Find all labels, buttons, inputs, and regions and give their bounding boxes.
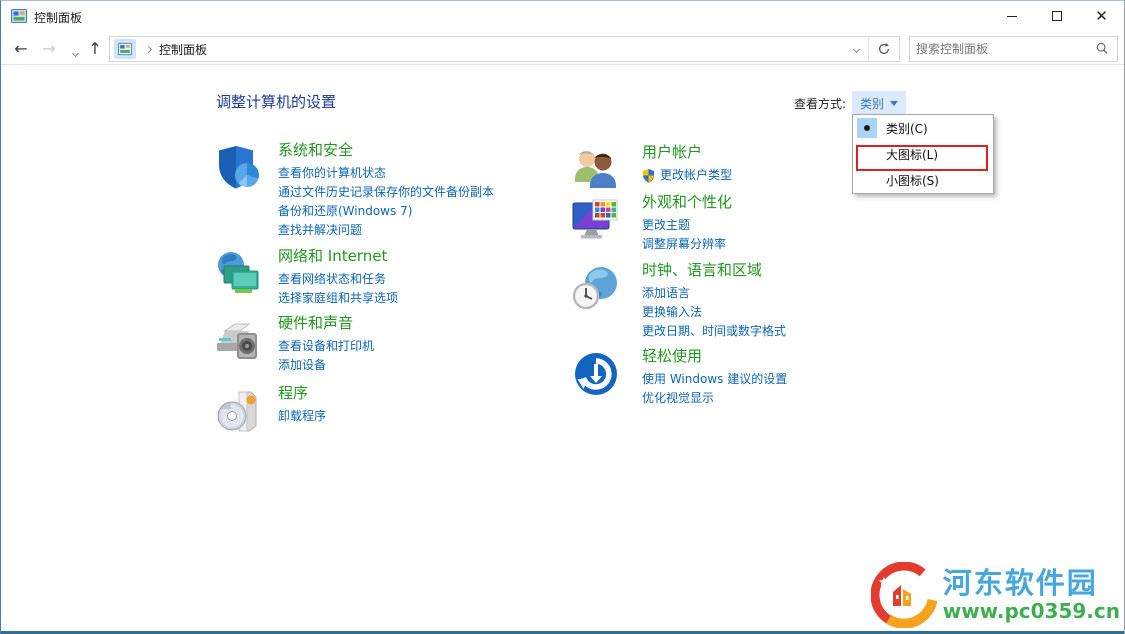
refresh-button[interactable] xyxy=(869,42,899,56)
address-dropdown-button[interactable] xyxy=(844,47,868,52)
view-by-menu: 类别(C) 大图标(L) 小图标(S) xyxy=(852,114,994,194)
chevron-down-icon xyxy=(852,45,859,52)
menu-item-category[interactable]: 类别(C) xyxy=(853,115,993,141)
task-link[interactable]: 备份和还原(Windows 7) xyxy=(278,202,494,221)
breadcrumb[interactable]: 控制面板 xyxy=(159,41,207,58)
task-link[interactable]: 使用 Windows 建议的设置 xyxy=(642,370,787,389)
site-logo-icon xyxy=(871,562,937,628)
category-title[interactable]: 轻松使用 xyxy=(642,347,787,366)
task-link[interactable]: 查找并解决问题 xyxy=(278,221,494,240)
control-panel-icon xyxy=(11,8,27,24)
watermark: 河东软件园 www.pc0359.cn xyxy=(871,562,1120,628)
category-title[interactable]: 时钟、语言和区域 xyxy=(642,261,786,280)
task-link[interactable]: 调整屏幕分辨率 xyxy=(642,235,732,254)
close-button[interactable]: ✕ xyxy=(1079,1,1124,31)
category-network-internet: 网络和 Internet 查看网络状态和任务 选择家庭组和共享选项 xyxy=(215,247,398,308)
task-link[interactable]: 添加语言 xyxy=(642,284,786,303)
radio-selected-icon xyxy=(857,118,877,138)
window-title: 控制面板 xyxy=(34,9,82,26)
task-link[interactable]: 查看网络状态和任务 xyxy=(278,270,398,289)
clock-language-region-icon[interactable] xyxy=(572,264,620,312)
up-button[interactable]: ↑ xyxy=(83,36,107,60)
hardware-sound-icon[interactable] xyxy=(215,317,263,365)
user-accounts-icon[interactable] xyxy=(572,146,620,194)
view-by-value: 类别 xyxy=(860,95,884,112)
security-shield-icon[interactable] xyxy=(215,144,263,192)
search-box[interactable] xyxy=(909,36,1118,62)
task-link[interactable]: 选择家庭组和共享选项 xyxy=(278,289,398,308)
breadcrumb-chevron-icon xyxy=(145,45,152,52)
address-location-icon-box[interactable] xyxy=(114,39,136,59)
category-system-security: 系统和安全 查看你的计算机状态 通过文件历史记录保存你的文件备份副本 备份和还原… xyxy=(215,141,494,240)
ease-of-access-icon[interactable] xyxy=(572,350,620,398)
watermark-site-name: 河东软件园 xyxy=(943,567,1120,599)
title-bar: 控制面板 ✕ xyxy=(1,1,1124,31)
refresh-icon xyxy=(877,42,891,56)
view-by-label: 查看方式: xyxy=(794,95,846,112)
category-clock-language-region: 时钟、语言和区域 添加语言 更换输入法 更改日期、时间或数字格式 xyxy=(572,261,786,341)
category-ease-of-access: 轻松使用 使用 Windows 建议的设置 优化视觉显示 xyxy=(572,347,787,408)
task-link[interactable]: 查看你的计算机状态 xyxy=(278,164,494,183)
category-programs: 程序 卸载程序 xyxy=(215,384,326,435)
category-hardware-sound: 硬件和声音 查看设备和打印机 添加设备 xyxy=(215,314,374,375)
maximize-icon xyxy=(1052,11,1062,21)
menu-item-large-icons[interactable]: 大图标(L) xyxy=(853,141,993,167)
page-title: 调整计算机的设置 xyxy=(216,91,336,112)
task-link[interactable]: 通过文件历史记录保存你的文件备份副本 xyxy=(278,183,494,202)
forward-button[interactable]: → xyxy=(37,36,61,60)
view-by-dropdown-button[interactable]: 类别 xyxy=(852,91,906,116)
task-link[interactable]: 卸载程序 xyxy=(278,407,326,426)
navigation-bar: ← → ↑ 控制面板 xyxy=(1,31,1124,65)
task-link[interactable]: 查看设备和打印机 xyxy=(278,337,374,356)
search-icon[interactable] xyxy=(1095,42,1109,56)
menu-item-small-icons[interactable]: 小图标(S) xyxy=(853,167,993,193)
watermark-site-url: www.pc0359.cn xyxy=(943,599,1120,623)
uac-shield-icon xyxy=(642,168,655,183)
category-title[interactable]: 外观和个性化 xyxy=(642,193,732,212)
task-link[interactable]: 更改日期、时间或数字格式 xyxy=(642,322,786,341)
close-icon: ✕ xyxy=(1095,9,1108,24)
minimize-icon xyxy=(1007,16,1017,17)
task-link[interactable]: 优化视觉显示 xyxy=(642,389,787,408)
back-button[interactable]: ← xyxy=(9,36,33,60)
category-title[interactable]: 网络和 Internet xyxy=(278,247,398,266)
caret-down-icon xyxy=(890,101,898,106)
category-title[interactable]: 用户帐户 xyxy=(642,143,732,162)
control-panel-icon xyxy=(118,42,132,56)
view-by-control: 查看方式: 类别 xyxy=(794,91,906,116)
category-title[interactable]: 系统和安全 xyxy=(278,141,494,160)
maximize-button[interactable] xyxy=(1034,1,1079,31)
search-input[interactable] xyxy=(910,42,1095,56)
chevron-down-icon xyxy=(71,49,78,56)
category-user-accounts: 用户帐户 更改帐户类型 xyxy=(572,143,732,194)
category-title[interactable]: 程序 xyxy=(278,384,326,403)
appearance-icon[interactable] xyxy=(572,196,620,244)
programs-icon[interactable] xyxy=(215,387,263,435)
task-link[interactable]: 更改帐户类型 xyxy=(642,166,732,185)
task-link[interactable]: 更改主题 xyxy=(642,216,732,235)
task-link[interactable]: 添加设备 xyxy=(278,356,374,375)
minimize-button[interactable] xyxy=(989,1,1034,31)
address-bar[interactable]: 控制面板 xyxy=(109,36,900,62)
category-title[interactable]: 硬件和声音 xyxy=(278,314,374,333)
control-panel-window: 控制面板 ✕ ← → ↑ 控制面板 xyxy=(0,0,1125,634)
category-appearance-personalization: 外观和个性化 更改主题 调整屏幕分辨率 xyxy=(572,193,732,254)
network-icon[interactable] xyxy=(215,250,263,298)
task-link[interactable]: 更换输入法 xyxy=(642,303,786,322)
